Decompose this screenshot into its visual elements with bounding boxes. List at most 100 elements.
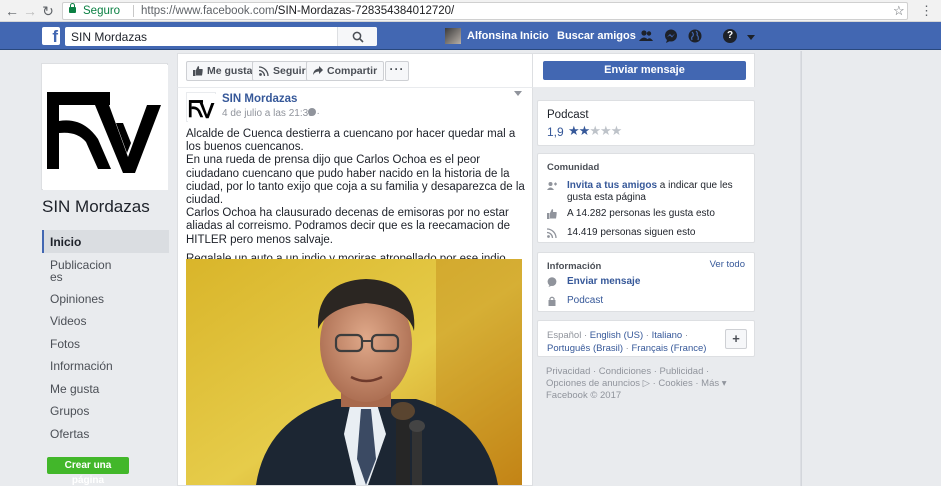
podcast-category[interactable]: Podcast	[547, 109, 589, 121]
share-arrow-icon	[313, 66, 323, 75]
see-all-link[interactable]: Ver todo	[710, 259, 745, 270]
follow-page-button[interactable]: Seguir	[252, 61, 313, 81]
like-page-button[interactable]: Me gusta	[186, 61, 260, 81]
lock-icon	[69, 3, 76, 13]
search-box	[65, 27, 377, 46]
facebook-top-bar: f Alfonsina Inicio Buscar amigos ?	[0, 22, 941, 50]
rss-follow-icon	[547, 228, 557, 238]
page-logo-image	[43, 65, 168, 190]
send-message-button[interactable]: Enviar mensaje	[543, 61, 746, 80]
sidebar-divider	[801, 51, 802, 486]
community-heading: Comunidad	[547, 162, 600, 173]
right-sidebar-area	[800, 51, 941, 486]
post-timestamp[interactable]: 4 de julio a las 21:39 ·	[222, 108, 320, 119]
page-action-bar: Me gusta Seguir Compartir ···	[177, 53, 533, 87]
invite-friends-link[interactable]: Invita a tus amigos	[567, 180, 657, 191]
bookmark-star-icon[interactable]: ☆	[893, 3, 905, 19]
likes-count-text[interactable]: A 14.282 personas les gusta esto	[567, 208, 737, 220]
nav-item-fotos[interactable]: Fotos	[42, 332, 169, 355]
language-option[interactable]: Italiano	[652, 330, 683, 341]
browser-menu-icon[interactable]: ⋮	[920, 3, 933, 19]
user-avatar[interactable]	[445, 28, 461, 44]
rss-follow-icon	[259, 66, 269, 76]
info-heading: Información	[547, 261, 602, 272]
nav-item-me-gusta[interactable]: Me gusta	[42, 377, 169, 400]
messenger-icon	[547, 277, 557, 287]
post-body: Alcalde de Cuenca destierra a cuencano p…	[186, 128, 531, 266]
add-language-button[interactable]: +	[725, 329, 747, 349]
language-option[interactable]: English (US)	[590, 330, 643, 341]
search-icon	[352, 31, 364, 43]
nav-item-ofertas[interactable]: Ofertas	[42, 422, 169, 445]
language-option[interactable]: Français (France)	[631, 343, 706, 354]
friend-requests-icon[interactable]	[639, 29, 653, 43]
post-paragraph: Alcalde de Cuenca destierra a cuencano p…	[186, 128, 516, 154]
thumbs-up-icon	[193, 66, 203, 76]
followers-count-text[interactable]: 14.419 personas siguen esto	[567, 227, 737, 239]
page-title[interactable]: SIN Mordazas	[42, 197, 150, 217]
messages-icon[interactable]	[664, 29, 678, 43]
invite-friends-icon	[547, 182, 557, 190]
page-profile-picture[interactable]	[41, 63, 168, 190]
post-photo[interactable]	[186, 259, 522, 485]
language-list: Español · English (US) · Italiano · Port…	[547, 330, 707, 354]
facebook-logo-icon[interactable]: f	[42, 27, 60, 45]
rating-value[interactable]: 1,9	[547, 125, 564, 139]
url-text: https://www.facebook.com/SIN-Mordazas-72…	[141, 5, 455, 17]
nav-item-publicaciones[interactable]: Publicaciones	[42, 253, 112, 287]
nav-item-opiniones[interactable]: Opiniones	[42, 287, 169, 310]
post-photo-man-portrait	[186, 259, 522, 485]
nav-item-informacion[interactable]: Información	[42, 354, 169, 377]
page-post: SIN Mordazas 4 de julio a las 21:39 · Al…	[177, 87, 533, 486]
post-author-avatar[interactable]	[186, 92, 216, 122]
language-card: Español · English (US) · Italiano · Port…	[537, 320, 755, 357]
user-name-link[interactable]: Alfonsina	[467, 30, 517, 42]
info-podcast-link[interactable]: Podcast	[567, 295, 737, 307]
nav-item-videos[interactable]: Videos	[42, 309, 169, 332]
star-icon: ★	[589, 123, 601, 138]
more-options-button[interactable]: ···	[385, 61, 409, 81]
follow-page-label: Seguir	[273, 65, 306, 77]
create-page-button[interactable]: Crear una página	[47, 457, 129, 486]
public-globe-icon	[308, 108, 316, 116]
footer-line[interactable]: Opciones de anuncios ▷ · Cookies · Más ▾	[546, 378, 756, 390]
podcast-rating-card: Podcast 1,9 ★★★★★	[537, 100, 755, 146]
post-author-logo-image	[188, 94, 216, 122]
search-button[interactable]	[337, 27, 377, 46]
footer-line[interactable]: Privacidad · Condiciones · Publicidad ·	[546, 366, 756, 378]
notifications-globe-icon[interactable]	[688, 29, 702, 43]
share-page-label: Compartir	[327, 65, 378, 77]
browser-toolbar: ← → ↻ Seguro https://www.facebook.com/SI…	[0, 0, 941, 22]
nav-item-inicio[interactable]: Inicio	[42, 230, 169, 253]
post-options-chevron-icon[interactable]	[514, 91, 522, 96]
find-friends-link[interactable]: Buscar amigos	[557, 30, 636, 42]
help-icon[interactable]: ?	[723, 29, 737, 43]
search-input[interactable]	[65, 27, 345, 46]
address-bar[interactable]: Seguro https://www.facebook.com/SIN-Mord…	[62, 2, 908, 20]
nav-item-publicaciones-label: Publicaciones	[50, 257, 112, 284]
language-current: Español ·	[547, 330, 588, 341]
rating-stars[interactable]: ★★★★★	[568, 123, 622, 139]
footer-copyright: Facebook © 2017	[546, 390, 622, 401]
community-card: Comunidad Invita a tus amigos a indicar …	[537, 153, 755, 243]
reload-icon[interactable]: ↻	[40, 3, 56, 19]
home-link[interactable]: Inicio	[520, 30, 549, 42]
share-page-button[interactable]: Compartir	[306, 61, 385, 81]
info-card: Información Ver todo Enviar mensaje Podc…	[537, 252, 755, 312]
post-author-name[interactable]: SIN Mordazas	[222, 93, 297, 105]
post-paragraph: En una rueda de prensa dijo que Carlos O…	[186, 154, 525, 207]
secure-label: Seguro	[83, 5, 121, 17]
page-left-nav: Inicio Publicaciones Opiniones Videos Fo…	[42, 230, 169, 444]
post-paragraph: Carlos Ochoa ha clausurado decenas de em…	[186, 207, 511, 246]
account-menu-caret-icon[interactable]	[747, 35, 755, 40]
page-footer: Privacidad · Condiciones · Publicidad · …	[546, 366, 756, 402]
nav-item-grupos[interactable]: Grupos	[42, 399, 169, 422]
thumbs-up-icon	[547, 209, 557, 219]
category-lock-icon	[548, 296, 556, 306]
language-option[interactable]: Português (Brasil)	[547, 343, 623, 354]
info-send-message-link[interactable]: Enviar mensaje	[567, 276, 737, 288]
back-arrow-icon[interactable]: ←	[4, 3, 20, 19]
forward-arrow-icon[interactable]: →	[22, 3, 38, 19]
star-icon: ★	[599, 123, 612, 138]
star-icon: ★	[578, 123, 591, 138]
